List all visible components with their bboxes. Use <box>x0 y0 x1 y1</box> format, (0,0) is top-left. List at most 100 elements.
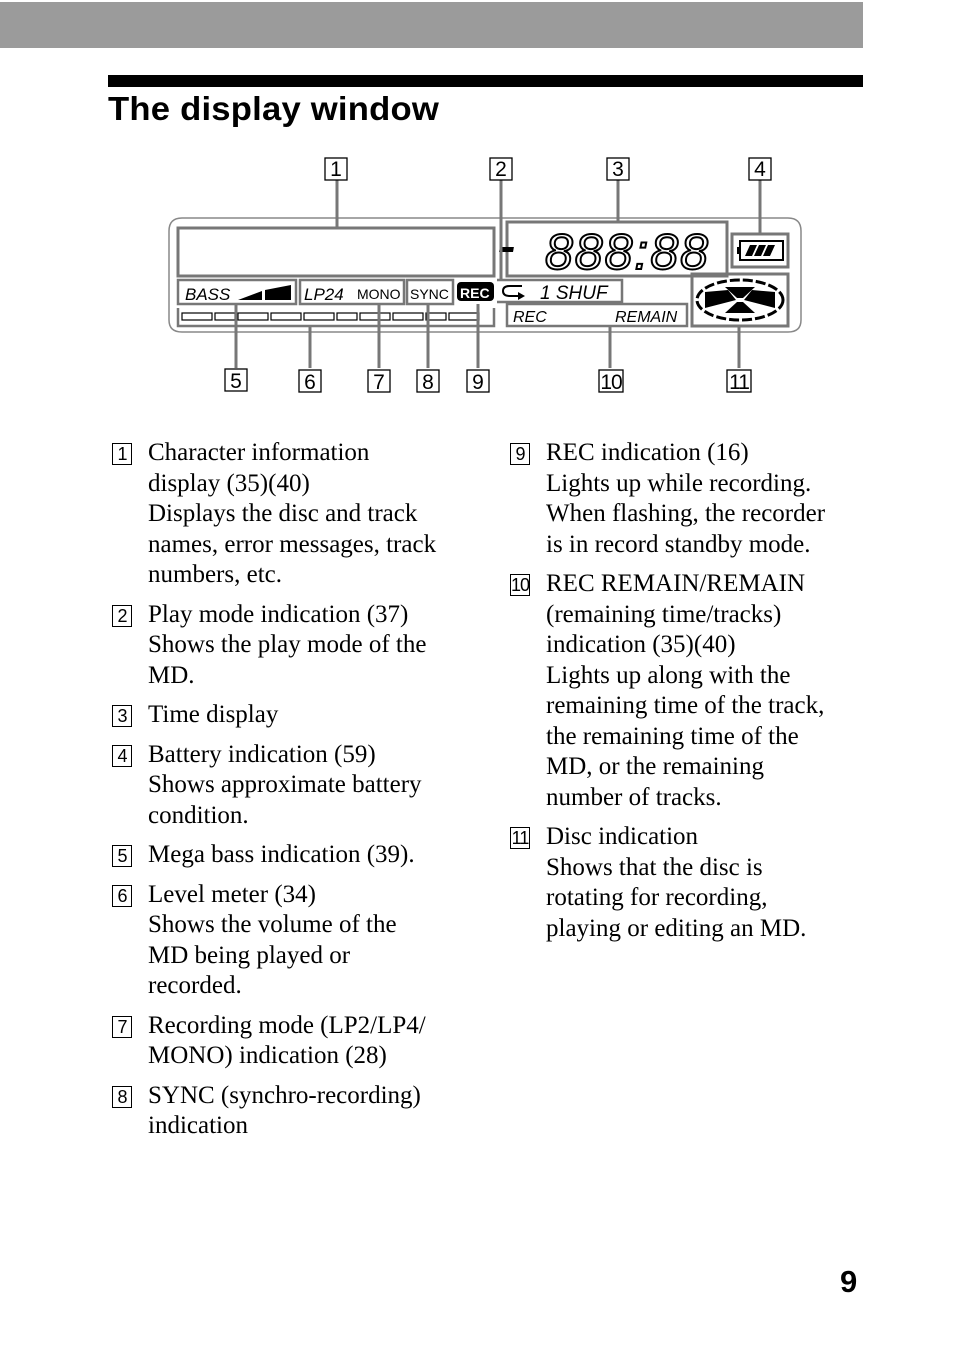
legend-item: 11 Disc indication Shows that the disc is r… <box>510 822 880 944</box>
legend-item-line: SYNC (synchro-recording) <box>148 1081 421 1109</box>
legend-item: 7 Recording mode (LP2/LP4/MONO) indicatio… <box>112 1011 482 1072</box>
legend-item-line: numbers, etc. <box>148 561 282 588</box>
legend-item: 1 Character information display (35)(40) Di… <box>112 438 482 591</box>
svg-text:6: 6 <box>304 371 316 394</box>
legend-item-text: REC indication (16) Lights up while recor… <box>546 438 825 560</box>
page-number: 9 <box>840 1264 858 1299</box>
legend-item-line: indication (35)(40) <box>546 631 736 658</box>
disc-icon <box>695 278 785 322</box>
legend-item-number: 6 <box>112 884 132 907</box>
play-mode-label: 1 SHUF <box>540 283 609 304</box>
legend-item-line: Lights up along with the <box>546 661 791 689</box>
legend-item-line: display (35)(40) <box>148 469 310 497</box>
svg-text:10: 10 <box>600 371 622 394</box>
legend-item-line: Displays the disc and track <box>148 500 418 527</box>
svg-text:7: 7 <box>373 371 385 394</box>
legend-item-line: Shows the play mode of the <box>148 631 427 658</box>
legend-item-text: Battery indication (59) Shows approximate… <box>148 740 422 832</box>
legend-item-line: Mega bass indication (39). <box>148 841 415 868</box>
legend-item-text: Disc indication Shows that the disc is rot… <box>546 822 806 944</box>
legend-item-text: Level meter (34) Shows the volume of the M… <box>148 880 397 1002</box>
callout-2: 2 <box>489 157 513 181</box>
legend-item-line: MD, or the remaining <box>546 753 765 780</box>
callout-4: 4 <box>748 157 772 181</box>
callout-10: 10 <box>598 369 624 394</box>
legend-item-text: REC REMAIN/REMAIN (remaining time/tracks)… <box>546 569 824 813</box>
legend-item-line: names, error messages, track <box>148 530 437 558</box>
legend-item-line: rotating for recording, <box>546 884 768 911</box>
legend-item-line: Character information <box>148 439 370 466</box>
legend-item: 5 Mega bass indication (39). <box>112 840 482 871</box>
legend-item: 2 Play mode indication (37) Shows the play… <box>112 600 482 692</box>
legend-item-line: Time display <box>148 701 279 728</box>
legend-item-text: Time display <box>148 700 278 731</box>
legend-item: 4 Battery indication (59) Shows approximat… <box>112 740 482 832</box>
legend-item-line: Disc indication <box>546 823 699 850</box>
legend-item-line: MONO) indication (28) <box>148 1042 387 1069</box>
svg-text:3: 3 <box>612 158 624 181</box>
rec-remain-rec-label: REC <box>513 309 547 326</box>
legend-item-line: Play mode indication (37) <box>148 600 409 628</box>
legend-item-line: Shows approximate battery <box>148 771 422 798</box>
svg-text:4: 4 <box>754 158 766 181</box>
legend-column-right: 9 REC indication (16) Lights up while reco… <box>510 438 880 953</box>
legend-item-line: the remaining time of the <box>546 722 799 750</box>
legend-item-line: condition. <box>148 801 249 829</box>
svg-text:11: 11 <box>729 371 749 394</box>
level-meter-frame <box>176 308 496 328</box>
legend-item-number: 1 <box>112 443 132 465</box>
legend-item-text: Mega bass indication (39). <box>148 840 415 871</box>
legend-item-line: When flashing, the recorder <box>546 500 826 527</box>
legend-item: 10 REC REMAIN/REMAIN (remaining time/track… <box>510 569 880 813</box>
character-display-box <box>176 226 496 278</box>
bass-level-bar-1 <box>238 291 262 300</box>
legend-item-text: SYNC (synchro-recording) indication <box>148 1081 421 1142</box>
callout-3: 3 <box>606 157 630 181</box>
legend-item-number: 5 <box>112 845 132 867</box>
display-window-diagram: BASS LP24 MONO SYNC REC 888:88 1 SHUF RE… <box>168 157 802 394</box>
mono-label: MONO <box>357 286 401 302</box>
legend-item-number: 3 <box>112 705 132 727</box>
legend-item-number: 9 <box>510 443 530 465</box>
legend-item: 8 SYNC (synchro-recording) indication <box>112 1081 482 1142</box>
callout-1: 1 <box>324 157 348 181</box>
legend-item-number: 11 <box>510 827 530 849</box>
sync-label: SYNC <box>410 286 449 302</box>
legend-item-line: recorded. <box>148 972 242 999</box>
callout-9: 9 <box>466 369 490 394</box>
legend-item-number: 4 <box>112 744 132 767</box>
legend-item-line: indication <box>148 1112 248 1139</box>
bass-level-bar-2 <box>265 285 291 300</box>
legend-item-line: Recording mode (LP2/LP4/ <box>148 1011 426 1039</box>
svg-text:2: 2 <box>495 158 507 181</box>
svg-text:5: 5 <box>230 370 242 393</box>
page-title: The display window <box>108 90 440 127</box>
legend-item-text: Character information display (35)(40) Dis… <box>148 438 436 591</box>
legend-item-line: is in record standby mode. <box>546 530 811 558</box>
legend-item-line: (remaining time/tracks) <box>546 600 782 628</box>
callout-8: 8 <box>416 369 440 394</box>
legend-item-text: Recording mode (LP2/LP4/MONO) indication… <box>148 1011 426 1072</box>
legend-item: 9 REC indication (16) Lights up while reco… <box>510 438 880 560</box>
rec-badge: REC <box>460 285 490 301</box>
svg-text:8: 8 <box>422 371 434 394</box>
legend-item-number: 10 <box>510 574 530 596</box>
legend-item-line: REC indication (16) <box>546 439 749 466</box>
legend-item-line: number of tracks. <box>546 783 722 811</box>
legend-item-line: Shows the volume of the <box>148 911 397 938</box>
svg-text:9: 9 <box>472 371 484 394</box>
legend-item-line: Level meter (34) <box>148 880 316 908</box>
section-rule <box>108 75 863 87</box>
legend-item-number: 2 <box>112 604 132 627</box>
bass-label: BASS <box>185 285 231 304</box>
lp-label: LP24 <box>304 285 344 304</box>
legend-item-line: Shows that the disc is <box>546 853 763 881</box>
callout-5: 5 <box>224 368 248 393</box>
legend-item-line: remaining time of the track, <box>546 692 825 719</box>
legend-item: 6 Level meter (34) Shows the volume of the… <box>112 880 482 1002</box>
legend-item-line: playing or editing an MD. <box>546 914 807 942</box>
legend-item-number: 7 <box>112 1015 132 1038</box>
svg-text:1: 1 <box>330 158 342 181</box>
legend-item-line: Battery indication (59) <box>148 740 376 768</box>
legend-item-line: Lights up while recording. <box>546 469 812 497</box>
